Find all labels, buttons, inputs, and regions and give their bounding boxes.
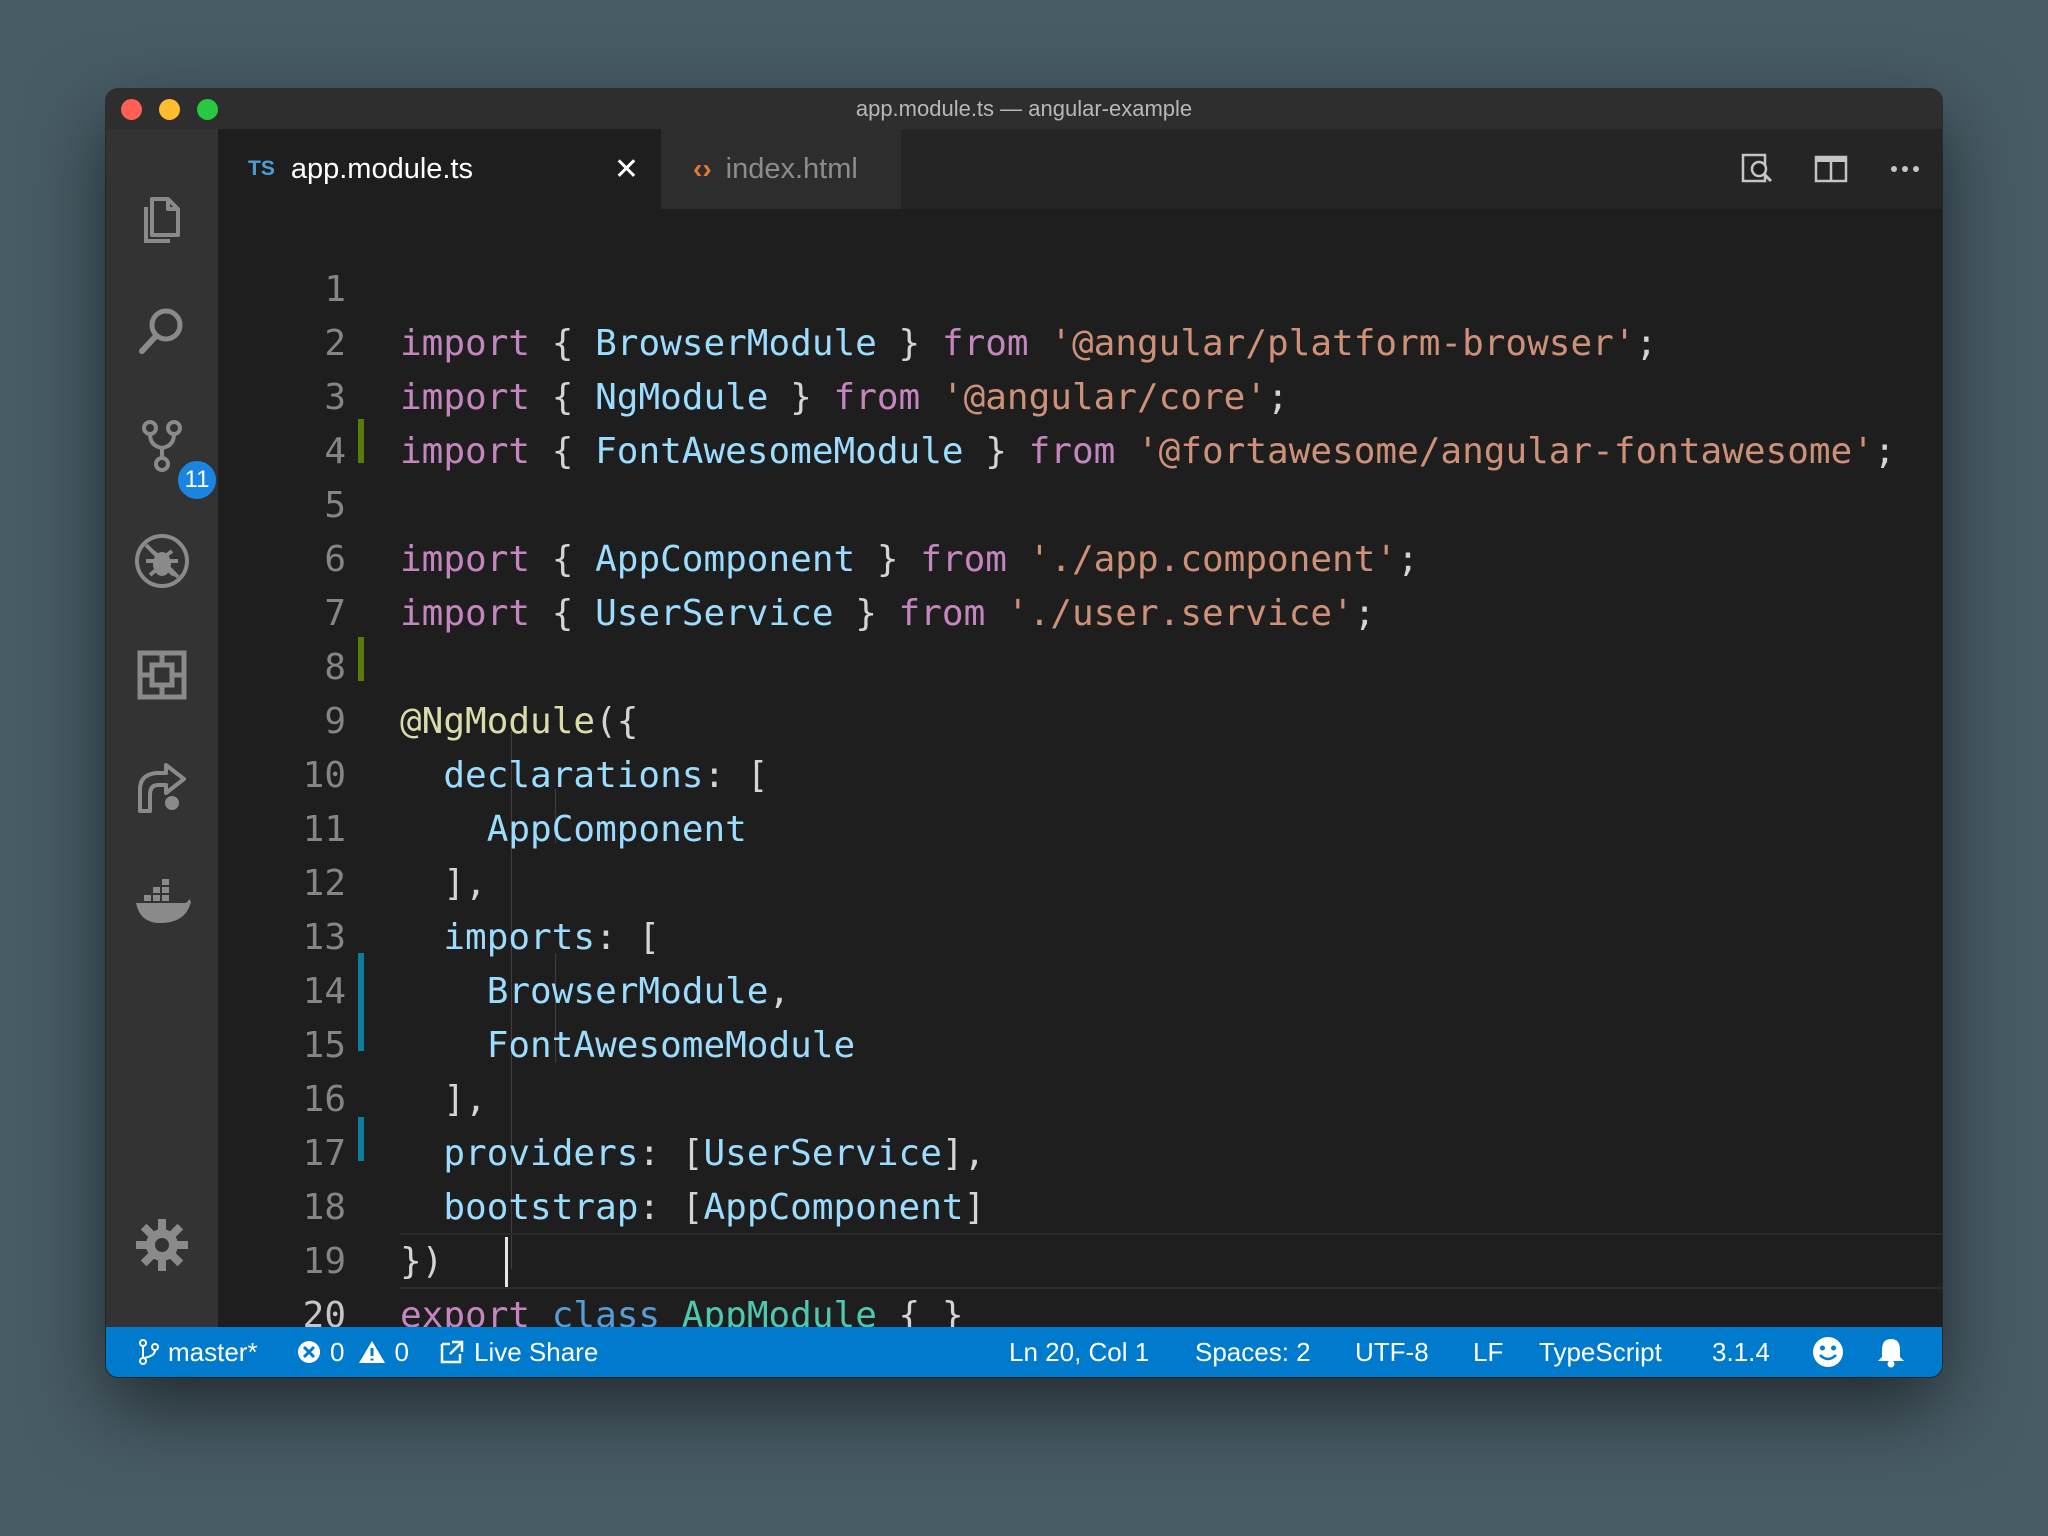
- code-line: 9 declarations: [: [324, 701, 769, 796]
- code-editor[interactable]: 1 import { BrowserModule } from '@angula…: [218, 209, 1942, 1327]
- code-line: 8 @NgModule({: [324, 647, 639, 742]
- feedback-icon[interactable]: [1811, 1327, 1853, 1377]
- tab-label: index.html: [725, 152, 858, 185]
- split-editor-icon[interactable]: [1794, 129, 1868, 209]
- code-line: 1 import { BrowserModule } from '@angula…: [324, 269, 1658, 364]
- cursor-position[interactable]: Ln 20, Col 1: [1009, 1327, 1149, 1377]
- window-title: app.module.ts — angular-example: [855, 96, 1193, 121]
- code-line: 14 FontAwesomeModule: [302, 971, 856, 1066]
- close-icon[interactable]: ✕: [614, 152, 639, 187]
- gear-icon[interactable]: [130, 1213, 194, 1277]
- code-line: 3 import { FontAwesomeModule } from '@fo…: [324, 377, 1896, 472]
- code-line: 17 bootstrap: [AppComponent]: [302, 1133, 986, 1228]
- code-line: 12 imports: [: [302, 863, 661, 958]
- code-line: 15 ],: [302, 1025, 487, 1120]
- code-line: 16 providers: [UserService],: [302, 1079, 986, 1174]
- code-line: 11 ],: [302, 809, 487, 904]
- title-bar: app.module.ts — angular-example: [106, 89, 1942, 130]
- html-icon: ‹›: [693, 153, 712, 184]
- explorer-icon[interactable]: [130, 187, 194, 251]
- live-share-icon[interactable]: [130, 757, 194, 821]
- search-icon[interactable]: [130, 299, 194, 363]
- typescript-file-icon: TS: [248, 157, 275, 180]
- branch-indicator[interactable]: master*: [138, 1327, 258, 1377]
- code-line: 2 import { NgModule } from '@angular/cor…: [324, 323, 1289, 418]
- code-line: 10 AppComponent: [302, 755, 747, 850]
- problems-indicator[interactable]: 0 0: [296, 1327, 409, 1377]
- code-line: 19 export class AppModule { }: [302, 1241, 964, 1327]
- error-icon: [298, 1341, 320, 1363]
- warning-icon: [359, 1341, 386, 1363]
- typescript-version[interactable]: 3.1.4: [1712, 1327, 1770, 1377]
- live-share-status[interactable]: Live Share: [438, 1327, 598, 1377]
- source-control-badge: 11: [175, 458, 219, 502]
- notifications-bell-icon[interactable]: [1876, 1327, 1914, 1377]
- indentation-setting[interactable]: Spaces: 2: [1195, 1327, 1311, 1377]
- status-bar: master* 0 0 Live Share Ln 20, Col 1 Spac…: [106, 1327, 1942, 1377]
- open-changes-icon[interactable]: [1720, 129, 1794, 209]
- extensions-icon[interactable]: [130, 643, 194, 707]
- docker-icon[interactable]: [130, 871, 194, 935]
- code-line: 4: [324, 431, 346, 472]
- code-line: 7: [324, 593, 346, 634]
- code-line: 20: [302, 1295, 346, 1327]
- encoding-setting[interactable]: UTF-8: [1355, 1327, 1429, 1377]
- more-actions-icon[interactable]: [1868, 129, 1942, 209]
- editor-window: app.module.ts — angular-example 11 TS ap…: [106, 89, 1942, 1377]
- source-control-icon[interactable]: 11: [130, 414, 219, 502]
- live-share-status-icon: [440, 1340, 464, 1364]
- activity-bar: 11: [106, 129, 219, 1327]
- tab-app-module[interactable]: TS app.module.ts ✕: [218, 129, 661, 209]
- tab-label: app.module.ts: [290, 152, 474, 185]
- text-cursor: [505, 1237, 508, 1287]
- language-mode[interactable]: TypeScript: [1539, 1327, 1662, 1377]
- code-line: 18 }): [302, 1187, 444, 1282]
- git-branch-icon: [139, 1339, 159, 1365]
- tab-bar: TS app.module.ts ✕ ‹› index.html: [218, 129, 1942, 209]
- eol-setting[interactable]: LF: [1473, 1327, 1503, 1377]
- tab-index-html[interactable]: ‹› index.html: [661, 129, 901, 209]
- code-line: 5 import { AppComponent } from './app.co…: [324, 485, 1419, 580]
- code-line: 6 import { UserService } from './user.se…: [324, 539, 1376, 634]
- code-line: 13 BrowserModule,: [302, 917, 791, 1012]
- debug-icon[interactable]: [130, 529, 194, 593]
